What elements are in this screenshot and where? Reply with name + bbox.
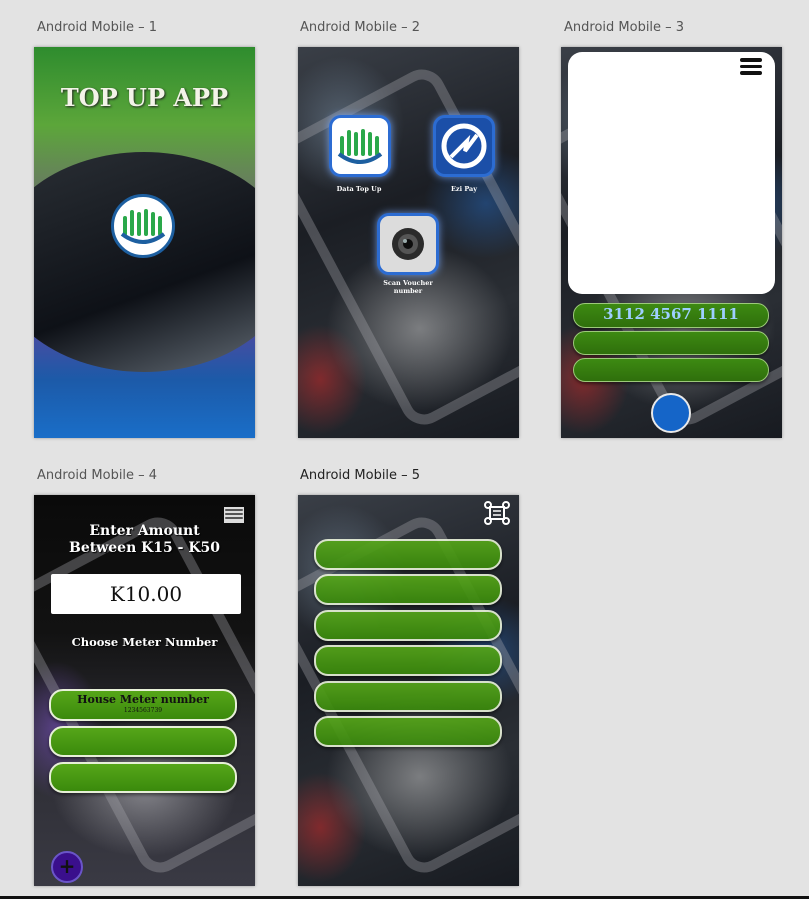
add-icon[interactable]: + [51,851,83,883]
scan-voucher-button[interactable] [377,213,439,275]
scan-voucher-label: Scan Voucher number [383,279,433,296]
artboard-amount[interactable]: Enter Amount Between K15 - K50 K10.00 Ch… [34,495,255,886]
artboard-label-3: Android Mobile – 3 [564,20,685,35]
amount-heading-2: Between K15 - K50 [69,540,220,556]
artboard-splash[interactable]: TOP UP APP [34,47,255,438]
logo-icon [337,129,383,164]
meter-option-3[interactable] [49,762,237,793]
submit-round-button[interactable] [651,393,691,433]
list-icon[interactable] [224,507,244,523]
logo-icon [111,194,175,258]
camera-icon [392,228,424,260]
artboard-label-2: Android Mobile – 2 [300,20,421,35]
meter-option-label: House Meter number [77,693,209,706]
expand-icon[interactable] [484,501,510,525]
list-option-1[interactable] [314,539,502,570]
menu-icon[interactable] [740,58,762,75]
meter-option-2[interactable] [49,726,237,757]
meter-option-house[interactable]: House Meter number 1234563739 [49,689,237,721]
artboard-menu[interactable]: Data Top Up Ezi Pay Scan Voucher number [298,47,519,438]
list-option-3[interactable] [314,610,502,641]
list-option-4[interactable] [314,645,502,676]
artboard-list[interactable] [298,495,519,886]
artboard-label-1: Android Mobile – 1 [37,20,158,35]
amount-heading-1: Enter Amount [89,523,200,539]
voucher-number-text: 3112 4567 1111 [603,305,739,323]
artboard-label-5: Android Mobile – 5 [300,468,421,483]
list-option-5[interactable] [314,681,502,712]
voucher-field-3[interactable] [573,358,769,382]
voucher-field-2[interactable] [573,331,769,355]
meter-option-number: 1234563739 [123,707,163,714]
data-top-up-button[interactable] [329,115,391,177]
artboard-voucher[interactable]: 3112 4567 1111 [561,47,782,438]
amount-input[interactable]: K10.00 [51,574,241,614]
data-top-up-label: Data Top Up [336,185,382,193]
list-option-2[interactable] [314,574,502,605]
voucher-number-field[interactable]: 3112 4567 1111 [573,303,769,328]
ezi-pay-button[interactable] [433,115,495,177]
artboard-label-4: Android Mobile – 4 [37,468,158,483]
pay-icon [441,123,487,169]
list-option-6[interactable] [314,716,502,747]
app-title: TOP UP APP [60,83,229,112]
choose-meter-label: Choose Meter Number [71,635,218,649]
scan-preview-card [568,52,775,294]
ezi-pay-label: Ezi Pay [450,185,478,193]
